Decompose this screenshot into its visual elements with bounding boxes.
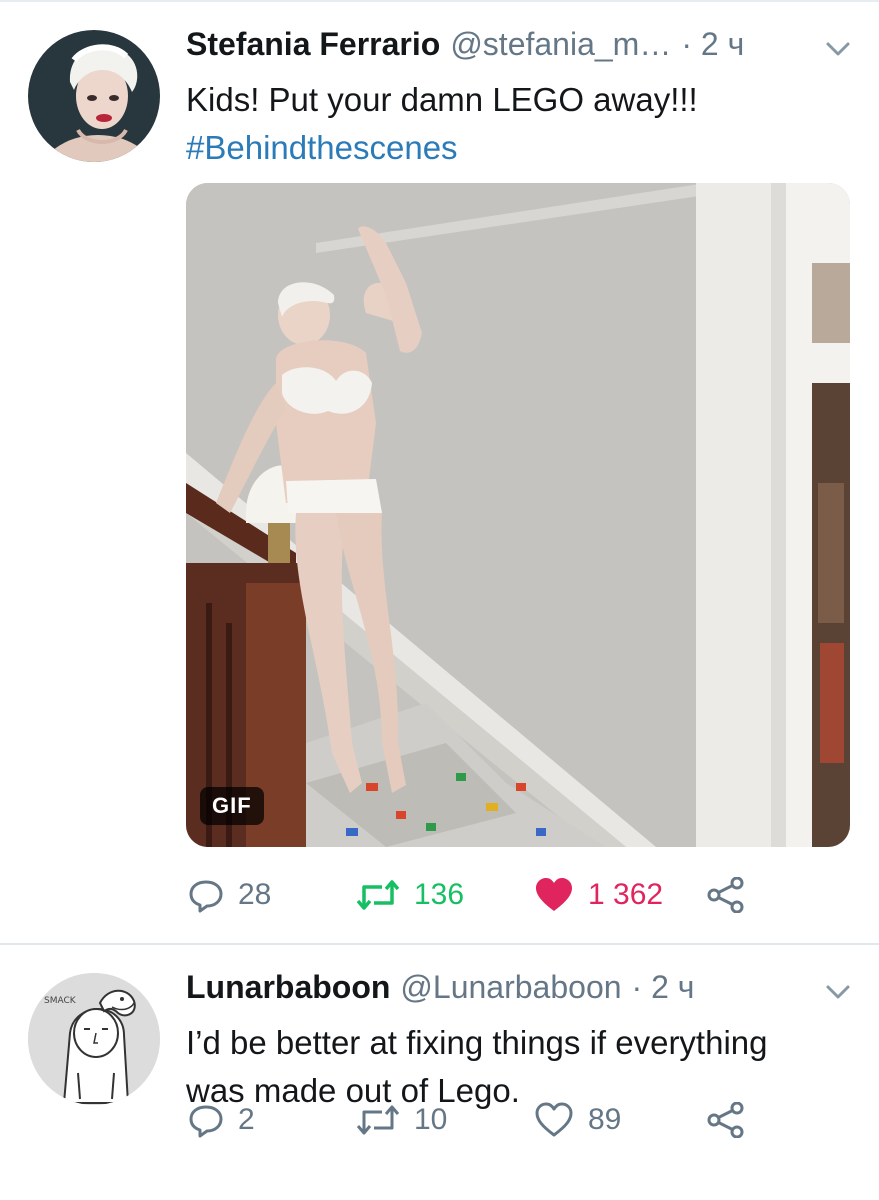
tweet-actions: 2 10 89 [186, 1095, 846, 1145]
like-count: 89 [588, 1103, 622, 1136]
share-button[interactable] [706, 870, 760, 920]
heart-icon [535, 1102, 573, 1137]
reply-button[interactable]: 28 [188, 870, 271, 920]
retweet-icon [356, 1105, 400, 1135]
like-button[interactable]: 1 362 [534, 870, 663, 920]
tweet-body-line: I’d be better at fixing things if everyt… [186, 1024, 768, 1061]
reply-icon [189, 880, 223, 913]
tweet-actions: 28 136 1 362 [186, 870, 846, 920]
tweet-body: Kids! Put your damn LEGO away!!! [186, 81, 698, 118]
user-handle[interactable]: @Lunarbaboon [400, 969, 621, 1006]
tweet-header: Stefania Ferrario @stefania_m… · 2 ч [186, 26, 744, 72]
chevron-down-icon[interactable] [825, 979, 851, 1005]
gif-media[interactable]: GIF [186, 183, 850, 847]
reply-count: 28 [238, 878, 272, 911]
reply-button[interactable]: 2 [188, 1095, 255, 1145]
like-button[interactable]: 89 [534, 1095, 621, 1145]
tweet-text: Kids! Put your damn LEGO away!!! #Behind… [186, 76, 698, 172]
user-handle[interactable]: @stefania_m… [450, 26, 671, 63]
like-count: 1 362 [588, 878, 664, 911]
heart-icon [536, 878, 572, 911]
timestamp[interactable]: · 2 ч [681, 26, 744, 63]
tweet-stefania[interactable]: Stefania Ferrario @stefania_m… · 2 ч Kid… [0, 0, 879, 945]
display-name[interactable]: Lunarbaboon [186, 969, 390, 1006]
retweet-count: 136 [414, 878, 465, 911]
retweet-button[interactable]: 136 [356, 870, 464, 920]
share-button[interactable] [706, 1095, 760, 1145]
chevron-down-icon[interactable] [825, 36, 851, 62]
avatar[interactable] [28, 30, 160, 162]
retweet-count: 10 [414, 1103, 448, 1136]
tweet-header: Lunarbaboon @Lunarbaboon · 2 ч [186, 969, 694, 1015]
timestamp[interactable]: · 2 ч [632, 969, 695, 1006]
share-icon [707, 1102, 744, 1138]
retweet-button[interactable]: 10 [356, 1095, 447, 1145]
reply-icon [189, 1105, 223, 1138]
tweet-lunarbaboon[interactable]: SMACK Lunarbaboon @Lunarbaboon · 2 ч I’d… [0, 945, 879, 1200]
share-icon [707, 877, 744, 913]
avatar[interactable]: SMACK [28, 973, 160, 1105]
svg-text:SMACK: SMACK [44, 996, 77, 1006]
hashtag-link[interactable]: #Behindthescenes [186, 124, 698, 172]
reply-count: 2 [238, 1103, 255, 1136]
retweet-icon [356, 880, 400, 910]
display-name[interactable]: Stefania Ferrario [186, 26, 440, 63]
gif-badge: GIF [200, 787, 264, 825]
